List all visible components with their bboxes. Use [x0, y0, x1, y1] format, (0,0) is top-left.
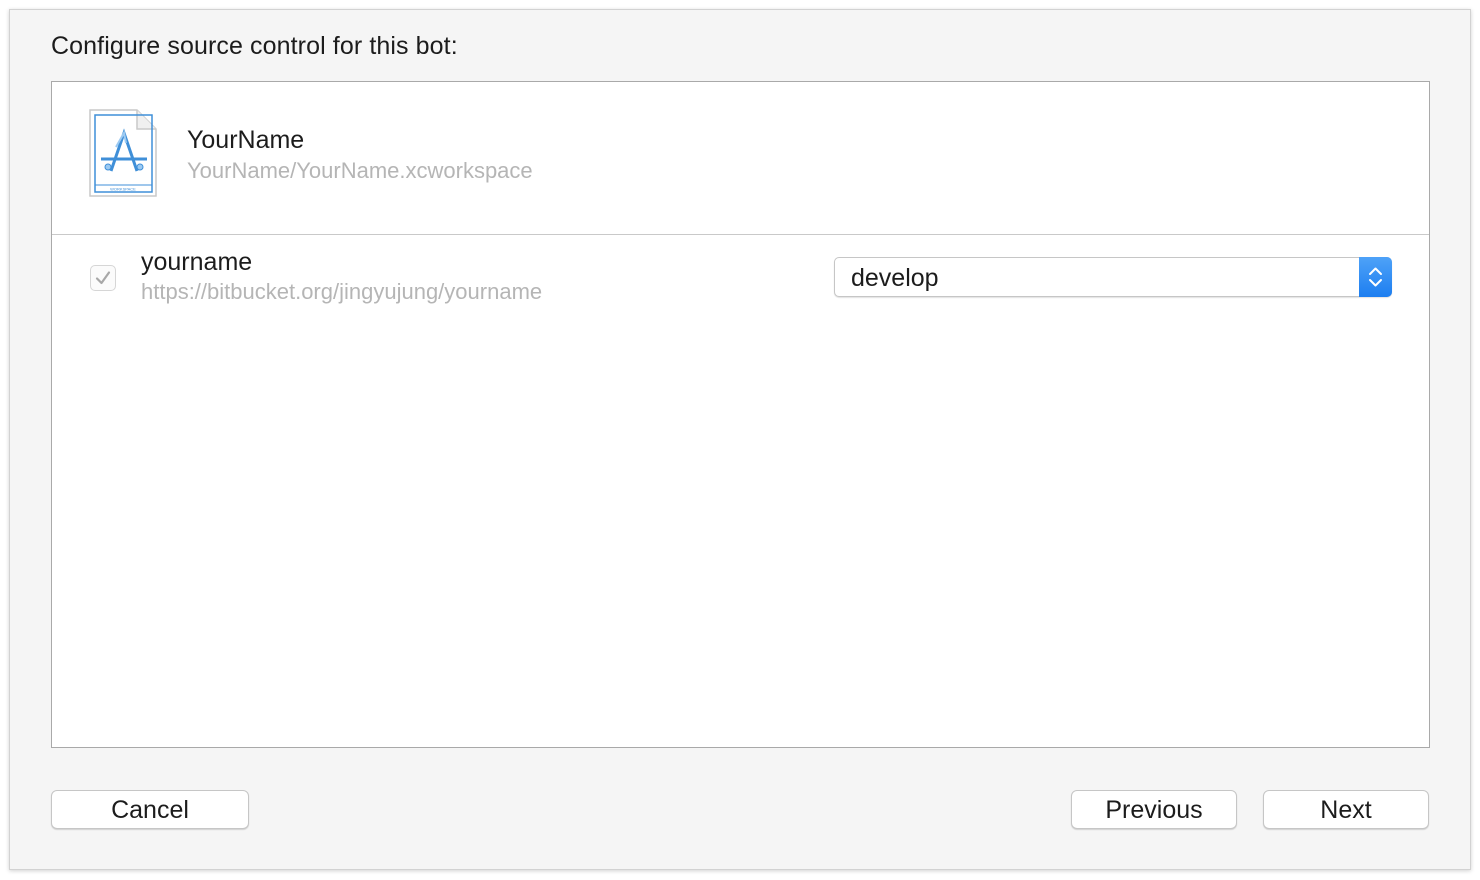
dialog-window: Configure source control for this bot: W…	[9, 9, 1471, 870]
branch-select-stepper[interactable]	[1359, 257, 1392, 297]
next-button[interactable]: Next	[1263, 790, 1429, 829]
repository-row: yourname https://bitbucket.org/jingyujun…	[52, 235, 1429, 315]
branch-select-value: develop	[851, 264, 939, 292]
checkmark-icon	[95, 271, 111, 285]
workspace-name: YourName	[187, 126, 305, 154]
source-control-panel: WORKSPACE YourName YourName/YourName.xcw…	[51, 81, 1430, 748]
repository-checkbox[interactable]	[90, 265, 116, 291]
previous-button[interactable]: Previous	[1071, 790, 1237, 829]
repository-name: yourname	[141, 248, 253, 276]
cancel-button[interactable]: Cancel	[51, 790, 249, 829]
repository-url: https://bitbucket.org/jingyujung/yournam…	[141, 279, 543, 304]
branch-select[interactable]: develop	[834, 257, 1392, 297]
up-down-chevron-icon	[1369, 267, 1382, 287]
workspace-icon-label: WORKSPACE	[110, 187, 136, 192]
workspace-path: YourName/YourName.xcworkspace	[187, 158, 533, 183]
xcode-workspace-icon: WORKSPACE	[87, 107, 159, 199]
dialog-heading: Configure source control for this bot:	[51, 32, 458, 60]
workspace-row: WORKSPACE YourName YourName/YourName.xcw…	[52, 82, 1429, 235]
